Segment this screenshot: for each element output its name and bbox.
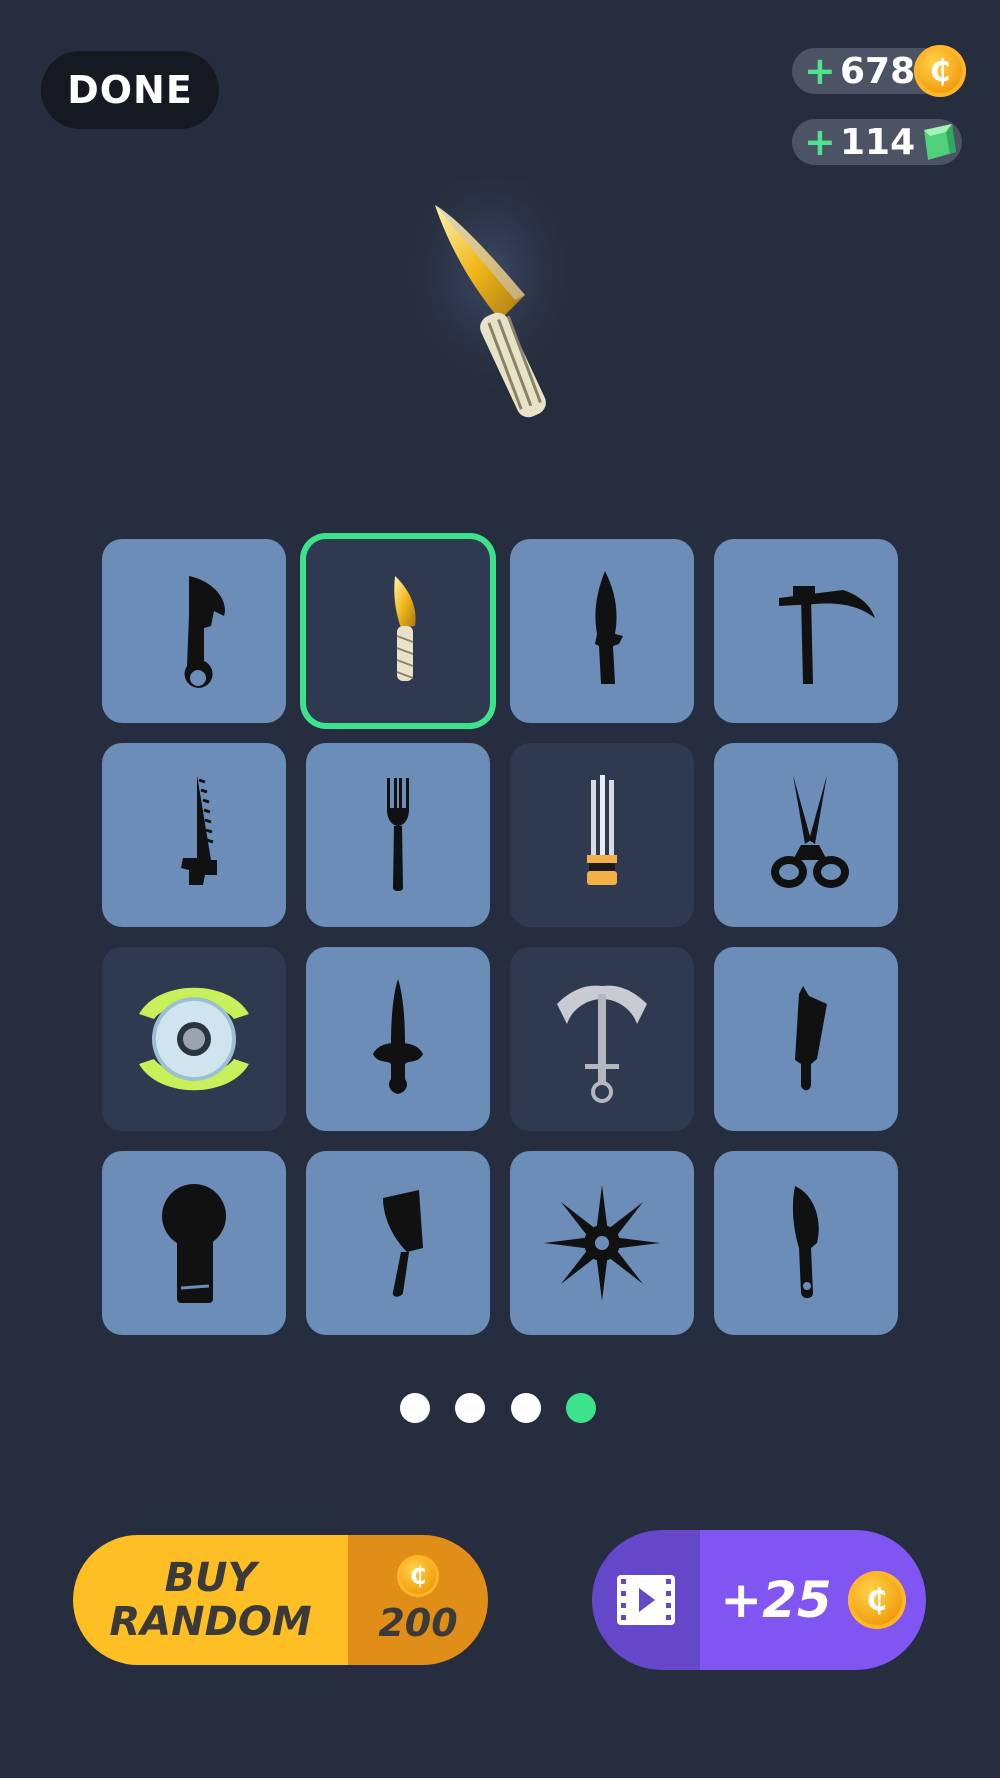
weapon-tile-karambit[interactable] bbox=[102, 539, 286, 723]
add-gems-icon[interactable]: + bbox=[804, 123, 836, 161]
video-icon-container bbox=[592, 1530, 700, 1670]
price-amount: 200 bbox=[378, 1601, 458, 1645]
page-dot-1[interactable] bbox=[400, 1393, 430, 1423]
weapon-tile-anchor[interactable] bbox=[510, 947, 694, 1131]
weapon-tile-scythe[interactable] bbox=[714, 539, 898, 723]
weapon-tile-saw[interactable] bbox=[102, 743, 286, 927]
video-film-icon bbox=[617, 1575, 675, 1625]
weapon-tile-golden-knife[interactable] bbox=[306, 539, 490, 723]
weapon-grid bbox=[102, 539, 898, 1335]
coin-amount: 678 bbox=[840, 50, 916, 92]
selected-knife-preview bbox=[390, 180, 590, 430]
karambit-silhouette-icon bbox=[184, 576, 225, 688]
saw-silhouette-icon bbox=[181, 775, 217, 885]
weapon-tile-claw[interactable] bbox=[510, 743, 694, 927]
weapon-tile-key-blade[interactable] bbox=[102, 1151, 286, 1335]
scissors-silhouette-icon bbox=[771, 775, 849, 888]
coin-icon: ₵ bbox=[914, 45, 966, 97]
key-blade-silhouette-icon bbox=[162, 1184, 226, 1303]
machete-silhouette-icon bbox=[795, 986, 827, 1091]
buy-random-price: ₵ 200 bbox=[348, 1535, 488, 1665]
weapon-tile-hunting-knife[interactable] bbox=[714, 1151, 898, 1335]
weapon-tile-machete[interactable] bbox=[714, 947, 898, 1131]
watch-video-reward-button[interactable]: +25 ₵ bbox=[592, 1530, 926, 1670]
weapon-tile-dagger[interactable] bbox=[306, 947, 490, 1131]
weapon-tile-shuriken[interactable] bbox=[510, 1151, 694, 1335]
done-button[interactable]: DONE bbox=[41, 51, 219, 129]
page-dot-3[interactable] bbox=[511, 1393, 541, 1423]
coin-counter[interactable]: + 678 ₵ bbox=[792, 45, 966, 97]
fork-silhouette-icon bbox=[387, 778, 409, 891]
page-indicator bbox=[400, 1393, 600, 1423]
buy-random-label: BUY RANDOM bbox=[73, 1535, 348, 1665]
weapon-tile-scissors[interactable] bbox=[714, 743, 898, 927]
combat-knife-silhouette-icon bbox=[595, 571, 623, 684]
reward-amount-container: +25 ₵ bbox=[700, 1530, 926, 1670]
shuriken-silhouette-icon bbox=[544, 1185, 660, 1301]
anchor-icon bbox=[557, 985, 647, 1103]
add-coins-icon[interactable]: + bbox=[804, 52, 836, 90]
double-blade-disc-icon bbox=[139, 987, 249, 1091]
weapon-tile-fork[interactable] bbox=[306, 743, 490, 927]
coin-icon: ₵ bbox=[847, 1571, 906, 1629]
reward-amount: +25 bbox=[720, 1571, 832, 1629]
cleaver-silhouette-icon bbox=[383, 1190, 423, 1297]
dagger-silhouette-icon bbox=[373, 979, 423, 1094]
page-dot-4-active[interactable] bbox=[566, 1393, 596, 1423]
golden-knife-icon bbox=[394, 576, 416, 681]
trident-claw-icon bbox=[587, 775, 617, 885]
hunting-knife-silhouette-icon bbox=[792, 1186, 819, 1299]
weapon-tile-disc[interactable] bbox=[102, 947, 286, 1131]
page-dot-2[interactable] bbox=[455, 1393, 485, 1423]
gem-icon bbox=[924, 124, 956, 160]
gem-amount: 114 bbox=[840, 121, 916, 163]
gem-counter[interactable]: + 114 bbox=[792, 119, 962, 165]
scythe-silhouette-icon bbox=[779, 586, 875, 684]
weapon-tile-combat-knife[interactable] bbox=[510, 539, 694, 723]
weapon-tile-cleaver[interactable] bbox=[306, 1151, 490, 1335]
buy-random-button[interactable]: BUY RANDOM ₵ 200 bbox=[73, 1535, 488, 1665]
coin-icon: ₵ bbox=[397, 1555, 439, 1597]
